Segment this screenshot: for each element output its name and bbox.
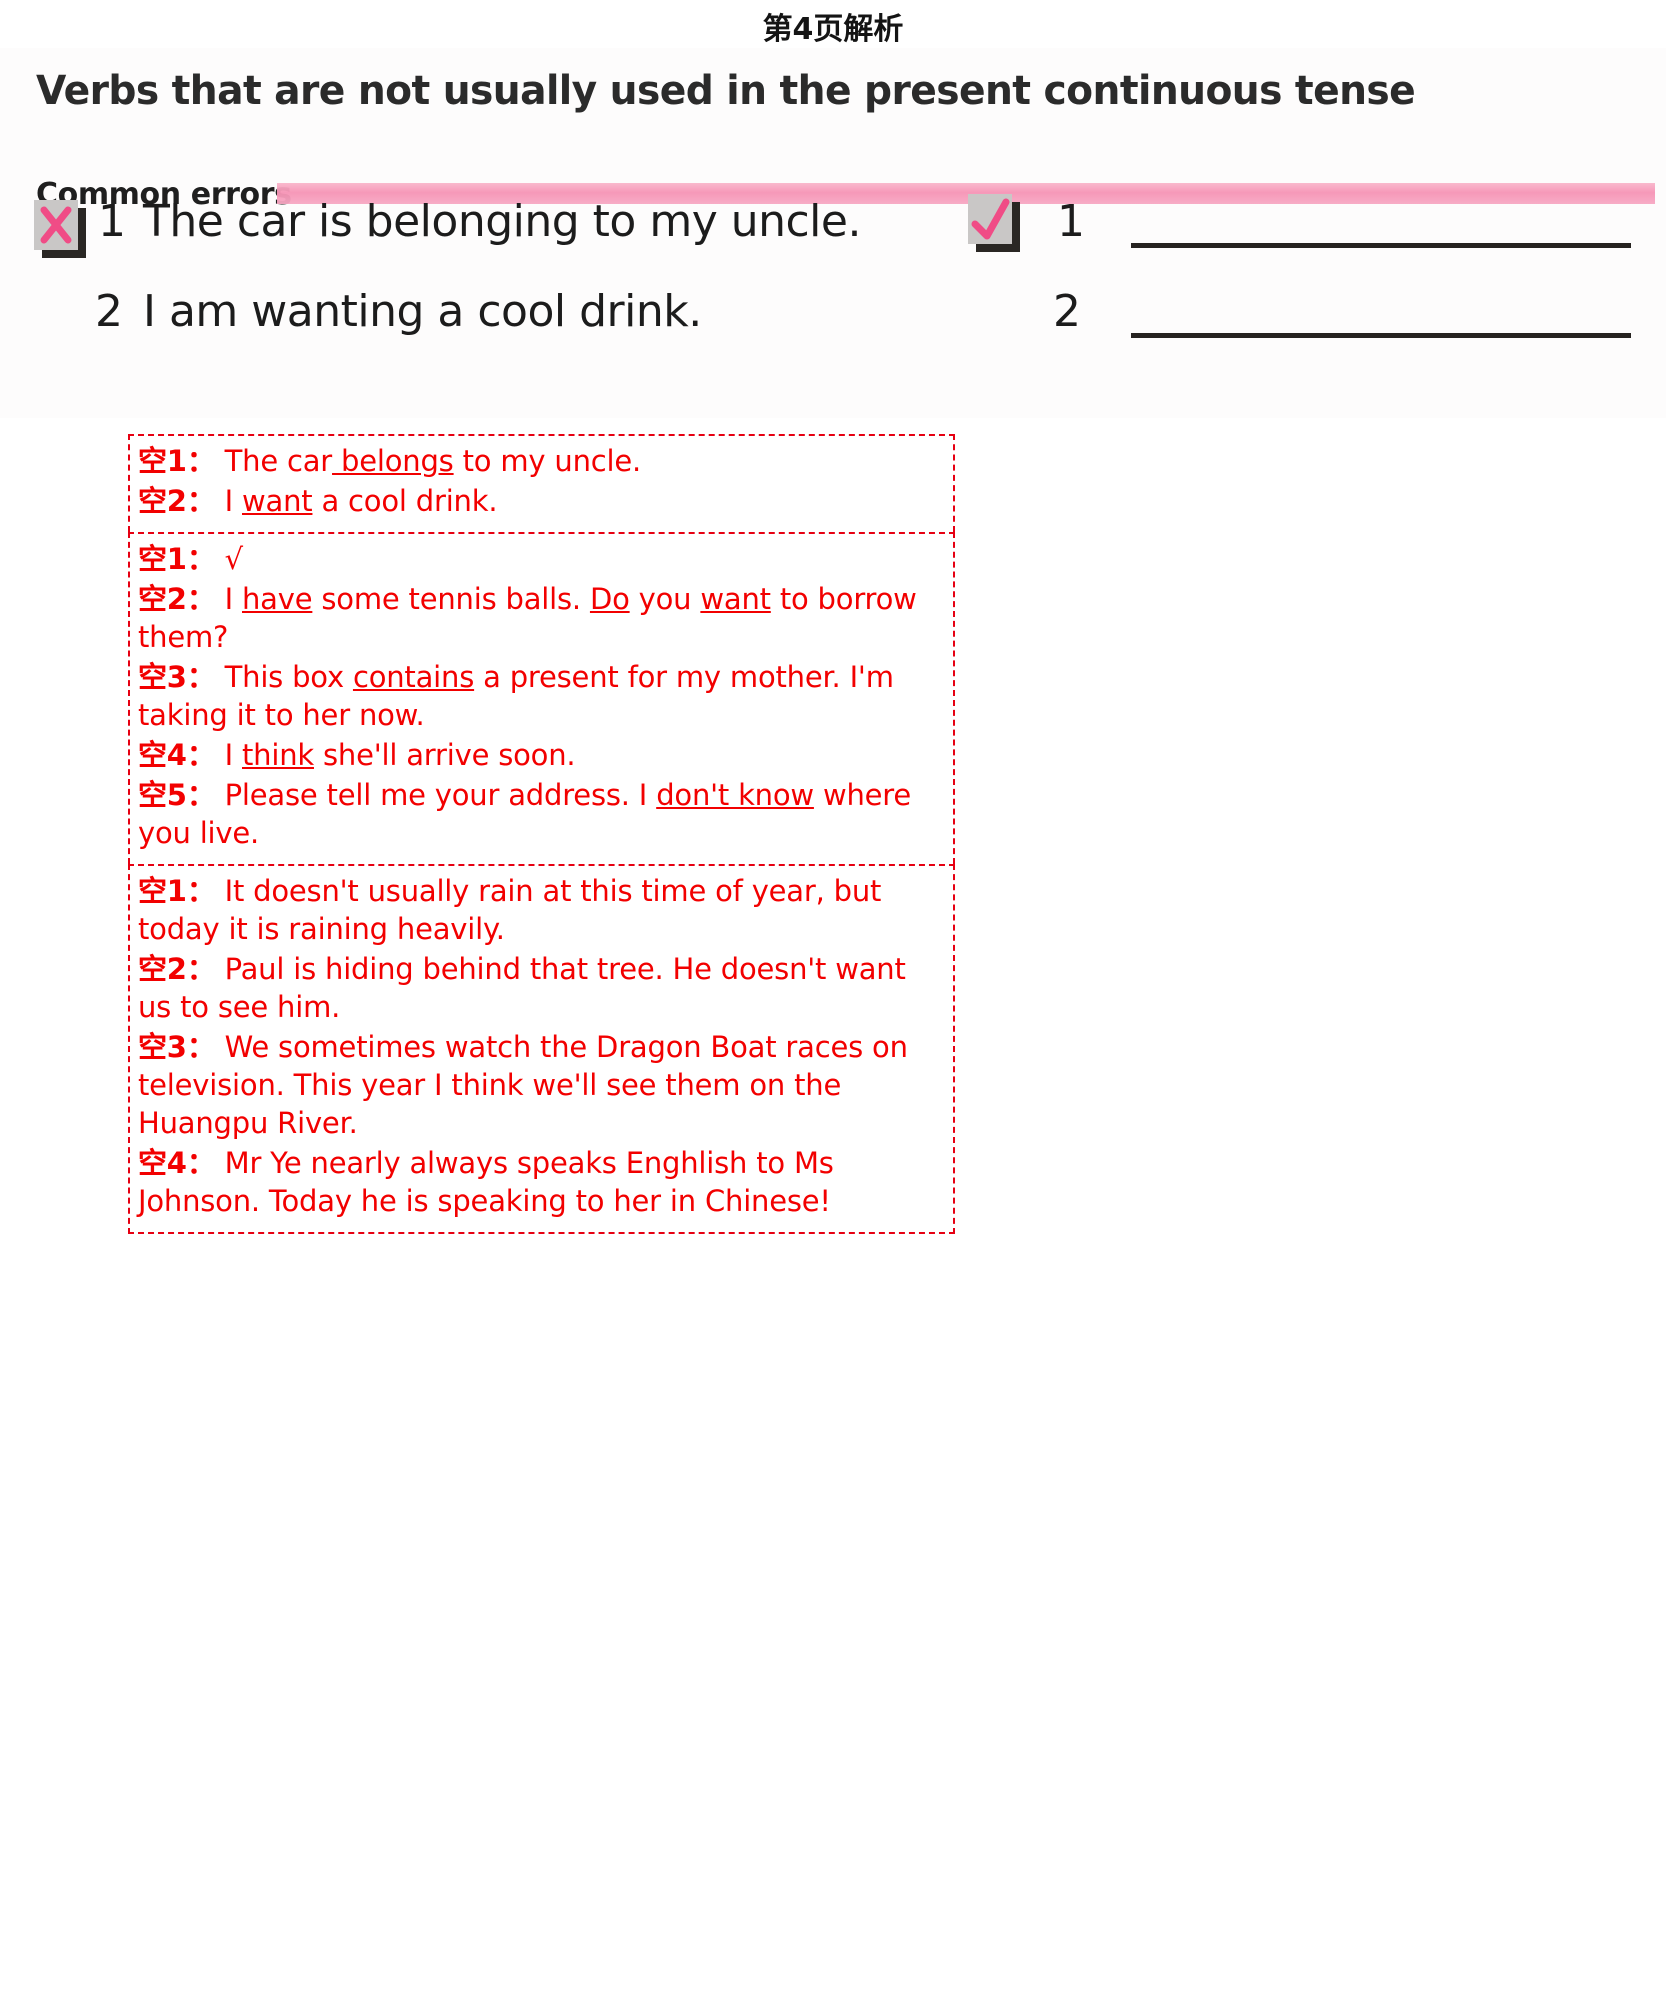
blank-label: 空5：	[138, 778, 216, 812]
blank-answer: Please tell me your address. I don't kno…	[138, 778, 912, 850]
wrong-item-2-text: I am wanting a cool drink.	[143, 286, 702, 337]
blank-label: 空1：	[138, 444, 216, 478]
blank-label: 空2：	[138, 484, 216, 518]
annotation-line: 空5： Please tell me your address. I don't…	[138, 776, 945, 852]
annotation-line: 空2： Paul is hiding behind that tree. He …	[138, 950, 945, 1026]
annotation-group-2: 空1： √ 空2： I have some tennis balls. Do y…	[128, 532, 955, 864]
annotation-group-1: 空1： The car belongs to my uncle. 空2： I w…	[128, 434, 955, 532]
annotation-line: 空4： Mr Ye nearly always speaks Enghlish …	[138, 1144, 945, 1220]
annotation-group-3: 空1： It doesn't usually rain at this time…	[128, 864, 955, 1234]
check-mark-icon	[968, 194, 1020, 252]
answer-line-1[interactable]	[1131, 243, 1631, 248]
wrong-item-1-text: The car is belonging to my uncle.	[143, 196, 861, 247]
scanned-textbook-page: Verbs that are not usually used in the p…	[0, 48, 1666, 418]
blank-answer: This box contains a present for my mothe…	[138, 660, 894, 732]
annotation-line: 空1： It doesn't usually rain at this time…	[138, 872, 945, 948]
lesson-heading: Verbs that are not usually used in the p…	[36, 68, 1416, 114]
blank-answer: The car belongs to my uncle.	[224, 444, 642, 478]
answer-item-2-number: 2	[1053, 286, 1081, 337]
blank-answer: I have some tennis balls. Do you want to…	[138, 582, 917, 654]
blank-label: 空1：	[138, 874, 216, 908]
blank-label: 空3：	[138, 1030, 216, 1064]
blank-label: 空1：	[138, 542, 216, 576]
page-title: 第4页解析	[762, 12, 904, 47]
cross-mark-icon	[34, 200, 86, 258]
blank-answer: It doesn't usually rain at this time of …	[138, 874, 882, 946]
blank-answer: √	[224, 542, 243, 576]
blank-answer: Mr Ye nearly always speaks Enghlish to M…	[138, 1146, 834, 1218]
answer-item-1-number: 1	[1057, 196, 1085, 247]
annotation-line: 空3： This box contains a present for my m…	[138, 658, 945, 734]
wrong-item-1-number: 1	[98, 196, 126, 247]
blank-label: 空4：	[138, 738, 216, 772]
blank-answer: We sometimes watch the Dragon Boat races…	[138, 1030, 908, 1140]
annotation-line: 空1： The car belongs to my uncle.	[138, 442, 945, 480]
blank-label: 空4：	[138, 1146, 216, 1180]
blank-answer: Paul is hiding behind that tree. He does…	[138, 952, 906, 1024]
answer-line-2[interactable]	[1131, 333, 1631, 338]
annotation-line: 空3： We sometimes watch the Dragon Boat r…	[138, 1028, 945, 1142]
annotation-line: 空1： √	[138, 540, 945, 578]
annotation-line: 空2： I want a cool drink.	[138, 482, 945, 520]
annotation-line: 空2： I have some tennis balls. Do you wan…	[138, 580, 945, 656]
blank-label: 空2：	[138, 582, 216, 616]
wrong-item-2-number: 2	[95, 286, 123, 337]
blank-label: 空3：	[138, 660, 216, 694]
blank-label: 空2：	[138, 952, 216, 986]
blank-answer: I want a cool drink.	[224, 484, 498, 518]
annotation-line: 空4： I think she'll arrive soon.	[138, 736, 945, 774]
blank-answer: I think she'll arrive soon.	[224, 738, 576, 772]
answer-annotation-stack: 空1： The car belongs to my uncle. 空2： I w…	[128, 434, 955, 1234]
